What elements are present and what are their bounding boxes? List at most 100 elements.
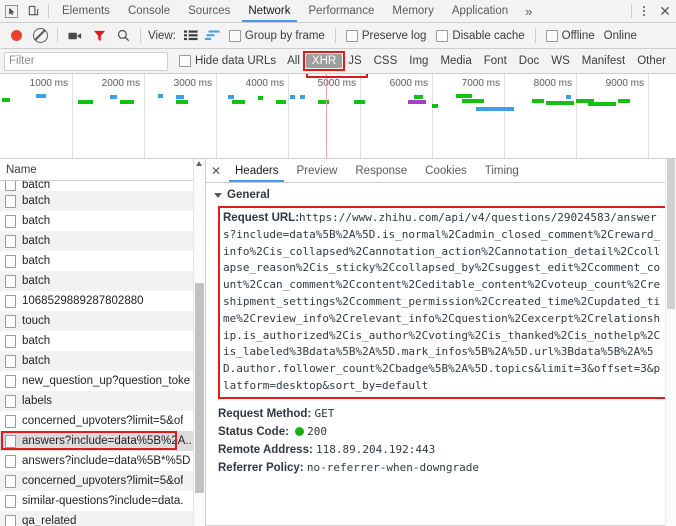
devtools-window: Elements Console Sources Network Perform… (0, 0, 676, 526)
filter-ws[interactable]: WS (545, 54, 576, 68)
preserve-log-box[interactable] (345, 29, 358, 42)
clear-button[interactable] (28, 25, 52, 47)
tab-elements[interactable]: Elements (53, 0, 119, 22)
tab-preview[interactable]: Preview (287, 159, 346, 182)
request-row[interactable]: new_question_up?question_toke (0, 371, 205, 391)
disable-cache-box[interactable] (436, 29, 449, 42)
request-row[interactable]: batch (0, 211, 205, 231)
record-button[interactable] (4, 25, 28, 47)
request-row[interactable]: batch (0, 181, 205, 191)
overview-request-bar (176, 100, 188, 104)
tab-memory[interactable]: Memory (383, 0, 443, 22)
offline-label: Offline (561, 29, 595, 42)
hide-data-urls-box[interactable] (178, 55, 191, 67)
search-button[interactable] (111, 25, 135, 47)
offline-checkbox[interactable]: Offline (545, 29, 595, 42)
group-by-frame-box[interactable] (228, 29, 241, 42)
close-details-icon[interactable]: ✕ (206, 164, 226, 178)
filter-media[interactable]: Media (434, 54, 477, 68)
request-name: batch (22, 215, 51, 227)
network-overview-timeline[interactable]: 1000 ms 2000 ms 3000 ms 4000 ms 5000 ms 6000 … (0, 74, 676, 159)
disable-cache-checkbox[interactable]: Disable cache (436, 29, 525, 42)
request-row[interactable]: batch (0, 191, 205, 211)
request-row-selected[interactable]: answers?include=data%5B%2A.. (0, 431, 205, 451)
document-icon (5, 214, 16, 228)
inspect-element-icon[interactable] (0, 1, 22, 21)
tab-performance-label: Performance (308, 5, 375, 17)
request-list-scrollbar[interactable] (193, 159, 205, 526)
request-row[interactable]: answers?include=data%5B*%5D (0, 451, 205, 471)
tab-network[interactable]: Network (239, 0, 299, 22)
request-row[interactable]: concerned_upvoters?limit=5&of (0, 411, 205, 431)
tab-application-label: Application (451, 5, 509, 17)
filter-js[interactable]: JS (342, 54, 367, 68)
group-by-frame-checkbox[interactable]: Group by frame (228, 29, 325, 42)
network-filter-bar: Filter Hide data URLs All XHR JS CSS Img… (0, 49, 676, 74)
request-list-header[interactable]: Name (0, 159, 205, 181)
waterfall-view-icon[interactable] (202, 25, 224, 47)
more-tabs-icon[interactable]: » (517, 0, 540, 22)
throttling-select[interactable]: Online (604, 30, 637, 42)
list-view-icon[interactable] (180, 25, 202, 47)
filter-xhr[interactable]: XHR (302, 51, 346, 71)
document-icon (5, 454, 16, 468)
filter-css[interactable]: CSS (368, 54, 404, 68)
request-row[interactable]: qa_related (0, 511, 205, 526)
tab-console[interactable]: Console (119, 0, 179, 22)
network-content-split: Name batch batch batch batch batch batch 10685… (0, 159, 676, 526)
filter-all[interactable]: All (281, 54, 306, 68)
request-row[interactable]: batch (0, 231, 205, 251)
tab-headers[interactable]: Headers (226, 159, 287, 182)
overview-tick-label: 6000 ms (389, 78, 428, 89)
request-list-scroll-thumb[interactable] (195, 283, 204, 493)
overview-red-annotation (306, 74, 368, 78)
request-row[interactable]: batch (0, 331, 205, 351)
tab-performance[interactable]: Performance (300, 0, 384, 22)
devtools-menu-icon[interactable] (634, 1, 654, 21)
request-row[interactable]: batch (0, 251, 205, 271)
preserve-log-checkbox[interactable]: Preserve log (345, 29, 426, 42)
tabbar-right-divider (631, 4, 632, 18)
filter-doc[interactable]: Doc (513, 54, 545, 68)
overview-request-bar (566, 95, 571, 99)
overview-request-bar (588, 102, 616, 106)
request-url-row[interactable]: Request URL:https://www.zhihu.com/api/v4… (223, 210, 663, 395)
overview-request-bar (532, 99, 544, 103)
filter-button[interactable] (87, 25, 111, 47)
details-scroll-thumb[interactable] (667, 159, 675, 309)
filter-font[interactable]: Font (478, 54, 513, 68)
chevron-down-icon (214, 192, 222, 198)
request-row[interactable]: batch (0, 271, 205, 291)
offline-box[interactable] (545, 29, 558, 42)
tab-response[interactable]: Response (346, 159, 416, 182)
filter-manifest[interactable]: Manifest (576, 54, 631, 68)
request-row[interactable]: labels (0, 391, 205, 411)
device-toolbar-icon[interactable] (22, 1, 44, 21)
general-section-header[interactable]: General (214, 189, 676, 201)
toolbar-divider-2 (140, 28, 141, 43)
request-row[interactable]: batch (0, 351, 205, 371)
tab-sources[interactable]: Sources (179, 0, 239, 22)
request-row[interactable]: touch (0, 311, 205, 331)
filter-img[interactable]: Img (403, 54, 434, 68)
request-name: touch (22, 315, 51, 327)
tab-application[interactable]: Application (443, 0, 517, 22)
overview-gridline (648, 74, 649, 158)
details-scrollbar[interactable] (665, 159, 676, 526)
request-url-highlight-box: Request URL:https://www.zhihu.com/api/v4… (218, 206, 668, 399)
scroll-up-arrow-icon[interactable] (196, 161, 202, 166)
filter-other[interactable]: Other (631, 54, 672, 68)
request-list[interactable]: batch batch batch batch batch batch 1068529889… (0, 181, 205, 526)
status-code-value: 200 (307, 424, 327, 438)
request-row[interactable]: similar-questions?include=data. (0, 491, 205, 511)
tab-cookies[interactable]: Cookies (416, 159, 476, 182)
filter-input[interactable]: Filter (4, 51, 168, 71)
request-row[interactable]: concerned_upvoters?limit=5&of (0, 471, 205, 491)
close-devtools-icon[interactable]: ✕ (654, 1, 676, 21)
tab-timing[interactable]: Timing (476, 159, 528, 182)
remote-address-row: Remote Address: 118.89.204.192:443 (218, 441, 676, 459)
hide-data-urls-checkbox[interactable]: Hide data URLs (178, 55, 276, 67)
request-row[interactable]: 1068529889287802880 (0, 291, 205, 311)
capture-screenshots-button[interactable] (63, 25, 87, 47)
referrer-policy-key: Referrer Policy: (218, 461, 304, 474)
